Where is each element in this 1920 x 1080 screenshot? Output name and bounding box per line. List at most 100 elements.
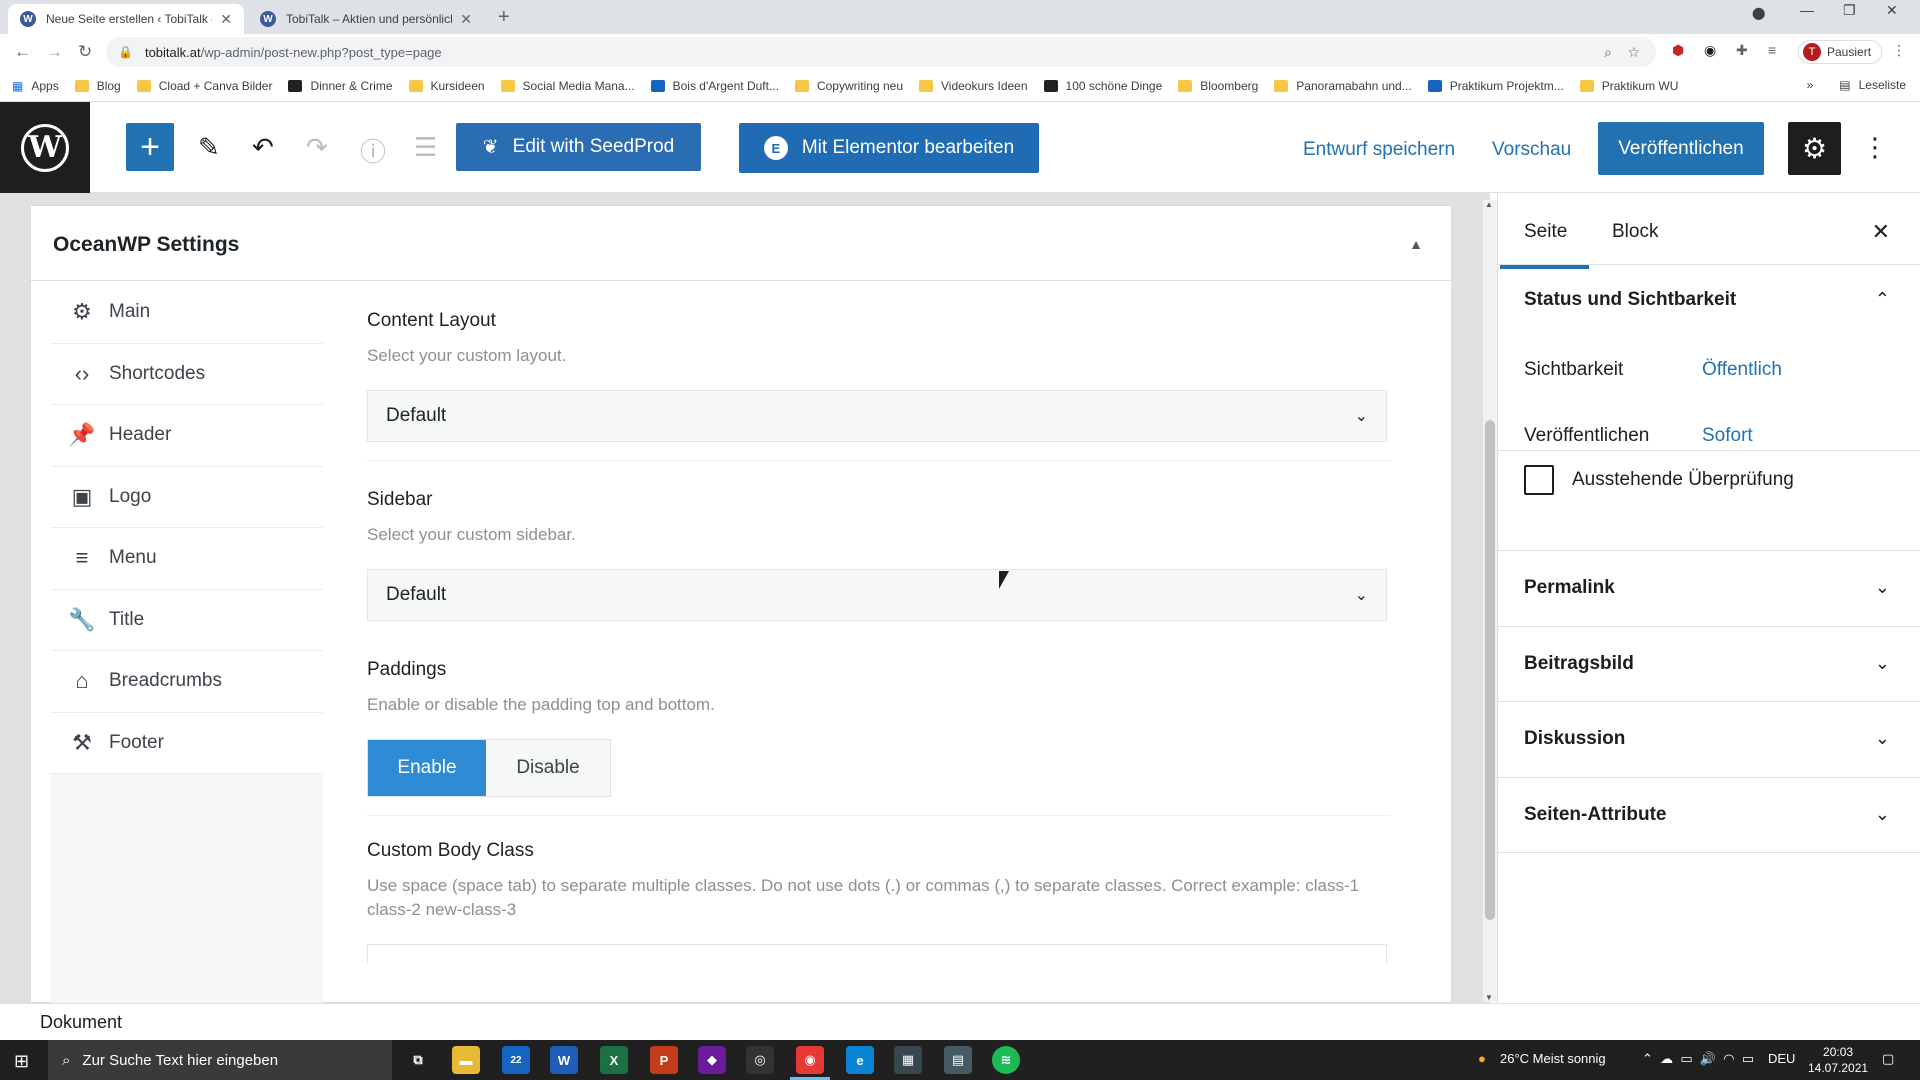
disable-padding-button[interactable]: Disable xyxy=(486,740,610,796)
content-scrollbar[interactable]: ▲ ▼ xyxy=(1483,200,1497,1002)
edit-with-seedprod-button[interactable]: ❦ Edit with SeedProd xyxy=(456,123,701,171)
bookmark-item[interactable]: Copywriting neu xyxy=(794,79,903,93)
tab-search-icon[interactable]: ⬤ xyxy=(1752,6,1765,20)
edit-tool-pencil-icon[interactable]: ✎ xyxy=(198,132,220,163)
profile-button[interactable]: T Pausiert xyxy=(1798,40,1883,64)
info-icon[interactable]: ⓘ xyxy=(360,132,386,169)
content-layout-select[interactable]: Default ⌄ xyxy=(367,390,1387,442)
more-options-icon[interactable]: ⋮ xyxy=(1862,132,1888,163)
nav-item-logo[interactable]: ▣ Logo xyxy=(51,466,323,528)
browser-menu-icon[interactable]: ⋮ xyxy=(1892,42,1906,59)
bookmark-item[interactable]: Cload + Canva Bilder xyxy=(136,79,272,93)
close-window-button[interactable]: ✕ xyxy=(1886,2,1898,19)
chrome-icon[interactable]: ◉ xyxy=(790,1046,830,1080)
edge-icon[interactable]: e xyxy=(846,1046,874,1074)
weather-text[interactable]: 26°C Meist sonnig xyxy=(1500,1051,1606,1066)
sidebar-select[interactable]: Default ⌄ xyxy=(367,569,1387,621)
close-sidebar-icon[interactable]: ✕ xyxy=(1872,219,1890,245)
publish-time-link[interactable]: Sofort xyxy=(1702,425,1753,447)
bookmark-item[interactable]: Dinner & Crime xyxy=(288,79,393,93)
bookmark-item[interactable]: Blog xyxy=(74,79,121,93)
bookmark-item[interactable]: Videokurs Ideen xyxy=(919,79,1028,93)
breadcrumb-document[interactable]: Dokument xyxy=(40,1012,122,1033)
bookmark-item[interactable]: Kursideen xyxy=(408,79,485,93)
excel-icon[interactable]: X xyxy=(600,1046,628,1074)
bookmark-item[interactable]: Praktikum Projektm... xyxy=(1427,79,1564,93)
save-draft-button[interactable]: Entwurf speichern xyxy=(1303,139,1455,161)
nav-item-footer[interactable]: ⚒ Footer xyxy=(51,712,323,774)
more-bookmarks-button[interactable]: » xyxy=(1807,78,1814,92)
nav-item-shortcodes[interactable]: ‹› Shortcodes xyxy=(51,343,323,405)
bookmark-item[interactable]: 100 schöne Dinge xyxy=(1043,79,1162,93)
undo-icon[interactable]: ↶ xyxy=(252,132,274,163)
forward-icon[interactable]: → xyxy=(46,42,63,62)
bookmark-item[interactable]: Panoramabahn und... xyxy=(1274,79,1412,93)
list-view-icon[interactable]: ☰ xyxy=(414,132,437,163)
extensions-puzzle-icon[interactable]: ✚ xyxy=(1736,42,1748,59)
zoom-and-star-icons[interactable]: ⌕ ☆ xyxy=(1604,44,1640,61)
mail-icon[interactable]: 22 xyxy=(502,1046,530,1074)
bookmark-item[interactable]: Praktikum WU xyxy=(1579,79,1678,93)
bookmark-item[interactable]: Bois d'Argent Duft... xyxy=(650,79,779,93)
calculator-icon[interactable]: ▦ xyxy=(894,1046,922,1074)
scroll-down-arrow-icon[interactable]: ▼ xyxy=(1485,993,1493,1002)
browser-tab-active[interactable]: W Neue Seite erstellen ‹ TobiTalk — ✕ xyxy=(8,4,244,34)
tab-page[interactable]: Seite xyxy=(1499,221,1590,269)
tab-block[interactable]: Block xyxy=(1612,221,1658,243)
collapse-arrow-icon[interactable]: ▲ xyxy=(1409,236,1423,252)
nav-item-breadcrumbs[interactable]: ⌂ Breadcrumbs xyxy=(51,651,323,713)
tray-icons[interactable]: ⌃ ☁ ▭ 🔊 ◠ ▭ xyxy=(1642,1051,1754,1067)
file-explorer-icon[interactable]: ▬ xyxy=(452,1046,480,1074)
metabox-header[interactable]: OceanWP Settings ▲ xyxy=(31,206,1451,281)
visibility-value-link[interactable]: Öffentlich xyxy=(1702,359,1782,381)
media-control-icon[interactable]: ≡ xyxy=(1768,42,1776,58)
back-icon[interactable]: ← xyxy=(14,42,31,62)
grammarly-extension-icon[interactable]: ◉ xyxy=(1704,42,1716,59)
panel-diskussion[interactable]: Diskussion ⌄ xyxy=(1498,702,1920,778)
adblock-extension-icon[interactable]: ⬢ xyxy=(1672,42,1684,59)
close-tab-icon[interactable]: ✕ xyxy=(220,11,232,28)
pending-review-checkbox[interactable] xyxy=(1524,465,1554,495)
notifications-icon[interactable]: ▢ xyxy=(1882,1051,1894,1067)
panel-beitragsbild[interactable]: Beitragsbild ⌄ xyxy=(1498,627,1920,702)
url-input[interactable]: 🔒 tobitalk.at /wp-admin/post-new.php?pos… xyxy=(106,37,1656,67)
nav-item-header[interactable]: 📌 Header xyxy=(51,405,323,467)
nav-item-title[interactable]: 🔧 Title xyxy=(51,589,323,651)
language-indicator[interactable]: DEU xyxy=(1768,1051,1795,1066)
word-icon[interactable]: W xyxy=(550,1046,578,1074)
bookmark-item[interactable]: ▦ Apps xyxy=(12,79,59,93)
pending-review-label[interactable]: Ausstehende Überprüfung xyxy=(1572,469,1794,491)
app-window-icon[interactable]: ▤ xyxy=(944,1046,972,1074)
reading-list-button[interactable]: Leseliste xyxy=(1859,78,1906,92)
edit-with-elementor-button[interactable]: E Mit Elementor bearbeiten xyxy=(739,123,1039,173)
wordpress-logo[interactable]: W xyxy=(0,102,90,193)
custom-body-class-input[interactable] xyxy=(367,944,1387,964)
chevron-up-icon[interactable]: ⌃ xyxy=(1875,289,1890,310)
new-tab-button[interactable]: + xyxy=(498,6,510,29)
close-tab-icon[interactable]: ✕ xyxy=(460,11,472,28)
bookmark-item[interactable]: Bloomberg xyxy=(1178,79,1258,93)
spotify-icon[interactable]: ≋ xyxy=(992,1046,1020,1074)
browser-tab[interactable]: W TobiTalk – Aktien und persönlich ✕ xyxy=(248,4,484,34)
windows-start-icon[interactable]: ⊞ xyxy=(14,1051,29,1072)
camera-app-icon[interactable]: ◎ xyxy=(746,1046,774,1074)
scroll-up-arrow-icon[interactable]: ▲ xyxy=(1485,200,1493,209)
panel-permalink[interactable]: Permalink ⌄ xyxy=(1498,551,1920,627)
reload-icon[interactable]: ↻ xyxy=(78,42,92,62)
system-clock[interactable]: 20:03 14.07.2021 xyxy=(1808,1044,1868,1076)
panel-title[interactable]: Status und Sichtbarkeit xyxy=(1524,289,1736,311)
taskbar-search-input[interactable]: ⌕ Zur Suche Text hier eingeben xyxy=(48,1040,392,1080)
app-icon[interactable]: ◆ xyxy=(698,1046,726,1074)
maximize-button[interactable]: ❐ xyxy=(1843,2,1856,19)
task-view-icon[interactable]: ⧉ xyxy=(404,1046,432,1074)
nav-item-main[interactable]: ⚙ Main xyxy=(51,282,323,344)
add-block-button[interactable]: + xyxy=(126,123,174,171)
minimize-button[interactable]: — xyxy=(1800,2,1814,18)
enable-padding-button[interactable]: Enable xyxy=(368,740,486,796)
nav-item-menu[interactable]: ≡ Menu xyxy=(51,528,323,590)
publish-button[interactable]: Veröffentlichen xyxy=(1598,122,1764,175)
panel-seiten-attribute[interactable]: Seiten-Attribute ⌄ xyxy=(1498,778,1920,853)
preview-button[interactable]: Vorschau xyxy=(1492,139,1571,161)
bookmark-item[interactable]: Social Media Mana... xyxy=(500,79,635,93)
scrollbar-thumb[interactable] xyxy=(1485,420,1495,920)
